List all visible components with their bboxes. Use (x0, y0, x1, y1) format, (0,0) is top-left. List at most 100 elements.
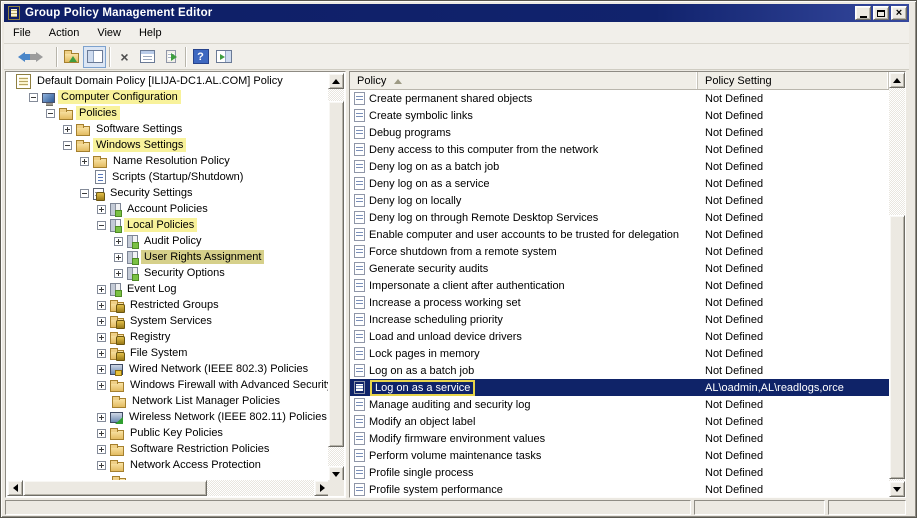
tree-item[interactable]: Network List Manager Policies (7, 393, 330, 409)
policy-row[interactable]: Modify an object labelNot Defined (350, 413, 889, 430)
help-button[interactable]: ? (189, 46, 212, 68)
show-console-tree-button[interactable] (83, 46, 106, 68)
tree-item[interactable]: Restricted Groups (7, 297, 330, 313)
tree-expander-plus[interactable] (97, 429, 106, 438)
tree-expander-plus[interactable] (114, 253, 123, 262)
tree-expander-minus[interactable] (80, 189, 89, 198)
policy-row[interactable]: Manage auditing and security logNot Defi… (350, 396, 889, 413)
tree-expander-plus[interactable] (114, 237, 123, 246)
minimize-button[interactable] (855, 6, 871, 20)
tree-item[interactable]: Software Settings (7, 121, 330, 137)
list-vertical-scrollbar[interactable] (889, 72, 905, 497)
tree-expander-plus[interactable] (97, 381, 106, 390)
column-header-policy-setting[interactable]: Policy Setting (698, 72, 889, 89)
policy-row[interactable]: Profile system performanceNot Defined (350, 481, 889, 497)
policy-row[interactable]: Deny log on through Remote Desktop Servi… (350, 209, 889, 226)
tree-expander-plus[interactable] (97, 317, 106, 326)
tree-expander-plus[interactable] (97, 413, 106, 422)
policy-row[interactable]: Profile single processNot Defined (350, 464, 889, 481)
properties-button[interactable] (136, 46, 159, 68)
tree-item[interactable]: Name Resolution Policy (7, 153, 330, 169)
tree-item[interactable]: Network Access Protection (7, 457, 330, 473)
tree-item[interactable]: User Rights Assignment (7, 249, 330, 265)
back-button[interactable] (7, 46, 30, 68)
policy-row[interactable]: Generate security auditsNot Defined (350, 260, 889, 277)
tree-expander-plus[interactable] (97, 285, 106, 294)
policy-row[interactable]: Impersonate a client after authenticatio… (350, 277, 889, 294)
policy-row[interactable]: Deny access to this computer from the ne… (350, 141, 889, 158)
tree-item[interactable]: Wireless Network (IEEE 802.11) Policies (7, 409, 330, 425)
scroll-down-button[interactable] (889, 481, 905, 497)
scroll-up-button[interactable] (889, 72, 905, 88)
column-header-policy[interactable]: Policy (350, 72, 698, 89)
tree-item[interactable]: Security Settings (7, 185, 330, 201)
tree-expander-minus[interactable] (63, 141, 72, 150)
policy-row[interactable]: Perform volume maintenance tasksNot Defi… (350, 447, 889, 464)
menu-item-file[interactable]: File (4, 24, 40, 42)
menu-item-help[interactable]: Help (130, 24, 171, 42)
tree-expander-minus[interactable] (29, 93, 38, 102)
tree-scroll-thumb[interactable] (328, 101, 344, 447)
tree-item[interactable]: Scripts (Startup/Shutdown) (7, 169, 330, 185)
tree-hscroll-thumb[interactable] (23, 480, 207, 496)
close-button[interactable]: × (891, 6, 907, 20)
tree-item[interactable]: Windows Settings (7, 137, 330, 153)
tree-expander-plus[interactable] (80, 157, 89, 166)
tree-item[interactable]: Computer Configuration (7, 89, 330, 105)
tree-item[interactable]: Account Policies (7, 201, 330, 217)
tree-expander-minus[interactable] (46, 109, 55, 118)
scroll-up-button[interactable] (328, 73, 344, 89)
policy-row[interactable]: Deny log on as a serviceNot Defined (350, 175, 889, 192)
status-section-main (5, 500, 691, 515)
up-one-level-button[interactable] (60, 46, 83, 68)
tree-expander-plus[interactable] (97, 301, 106, 310)
policy-row[interactable]: Modify firmware environment valuesNot De… (350, 430, 889, 447)
tree-horizontal-scrollbar[interactable] (7, 480, 330, 496)
menu-item-view[interactable]: View (88, 24, 130, 42)
tree-expander-plus[interactable] (97, 461, 106, 470)
policy-row[interactable]: Log on as a serviceAL\oadmin,AL\readlogs… (350, 379, 889, 396)
tree-item[interactable]: Security Options (7, 265, 330, 281)
delete-button[interactable]: × (113, 46, 136, 68)
tree-expander-plus[interactable] (63, 125, 72, 134)
tree-item[interactable]: Windows Firewall with Advanced Security (7, 377, 330, 393)
tree-item[interactable]: Local Policies (7, 217, 330, 233)
policy-row[interactable]: Enable computer and user accounts to be … (350, 226, 889, 243)
tree-expander-plus[interactable] (97, 349, 106, 358)
policy-row[interactable]: Load and unload device driversNot Define… (350, 328, 889, 345)
tree-item[interactable]: Event Log (7, 281, 330, 297)
tree-item[interactable]: Registry (7, 329, 330, 345)
list-scroll-thumb[interactable] (889, 215, 905, 479)
policy-row[interactable]: Increase a process working setNot Define… (350, 294, 889, 311)
tree-item[interactable]: Audit Policy (7, 233, 330, 249)
show-action-pane-button[interactable] (212, 46, 235, 68)
tree-item[interactable]: System Services (7, 313, 330, 329)
policy-row[interactable]: Log on as a batch jobNot Defined (350, 362, 889, 379)
maximize-button[interactable] (873, 6, 889, 20)
tree-expander-minus[interactable] (97, 221, 106, 230)
tree-expander-plus[interactable] (97, 365, 106, 374)
tree-item[interactable]: Policies (7, 105, 330, 121)
policy-row[interactable]: Create permanent shared objectsNot Defin… (350, 90, 889, 107)
tree-item[interactable]: Wired Network (IEEE 802.3) Policies (7, 361, 330, 377)
tree-expander-plus[interactable] (97, 333, 106, 342)
policy-row[interactable]: Create symbolic linksNot Defined (350, 107, 889, 124)
forward-button[interactable] (30, 46, 53, 68)
tree-item[interactable]: Software Restriction Policies (7, 441, 330, 457)
menu-item-action[interactable]: Action (40, 24, 89, 42)
tree-item[interactable]: Public Key Policies (7, 425, 330, 441)
tree-expander-plus[interactable] (97, 445, 106, 454)
export-list-button[interactable] (159, 46, 182, 68)
policy-row[interactable]: Force shutdown from a remote systemNot D… (350, 243, 889, 260)
tree-item[interactable]: File System (7, 345, 330, 361)
policy-row[interactable]: Deny log on locallyNot Defined (350, 192, 889, 209)
tree-expander-plus[interactable] (97, 205, 106, 214)
tree-expander-plus[interactable] (114, 269, 123, 278)
policy-row[interactable]: Deny log on as a batch jobNot Defined (350, 158, 889, 175)
tree-vertical-scrollbar[interactable] (328, 73, 344, 482)
policy-row[interactable]: Increase scheduling priorityNot Defined (350, 311, 889, 328)
scroll-left-button[interactable] (7, 480, 23, 496)
tree-item[interactable]: Default Domain Policy [ILIJA-DC1.AL.COM]… (7, 73, 330, 89)
policy-row[interactable]: Lock pages in memoryNot Defined (350, 345, 889, 362)
policy-row[interactable]: Debug programsNot Defined (350, 124, 889, 141)
